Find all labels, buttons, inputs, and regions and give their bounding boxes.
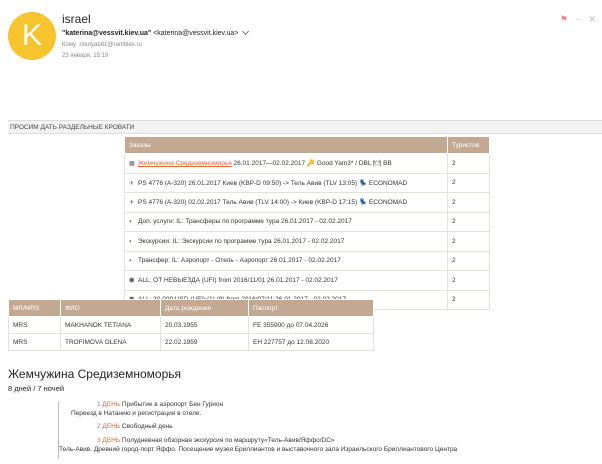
from-line[interactable]: "katerina@vessvit.kiev.ua" <katerina@ves…	[62, 27, 250, 37]
tourist-count: 2	[447, 153, 490, 174]
orders-header-row: Заказы Туристов	[124, 136, 490, 154]
passenger-passport: FE 355900 до 07.04.2026	[248, 316, 374, 334]
table-row: ◐ Экскурсии: IL: Экскурсии по программе т…	[124, 231, 490, 252]
passenger-name: TROFIMOVA OLENA	[60, 333, 161, 351]
table-row: ◐ Трансфер: IL: Аэропорт - Отель - Аэропо…	[124, 250, 490, 271]
order-description: ⬢ ALL: ОТ НЕВЫЕЗДА (UFI) from 2016/11/01 …	[124, 270, 448, 291]
day-detail: Переезд в Натанию и регистрация в отеле.	[71, 410, 202, 417]
passenger-birthdate: 22.02.1959	[160, 333, 249, 351]
minimize-icon[interactable]: ⎯	[576, 14, 581, 25]
orders-header: Заказы	[124, 136, 448, 154]
request-note: ПРОСИМ ДАТЬ РАЗДЕЛЬНЫЕ КРОВАТИ	[8, 120, 602, 134]
order-description: ◐ Экскурсии: IL: Экскурсии по программе т…	[124, 231, 448, 252]
itinerary-day-1: 1 ДЕНЬ Прибытие в аэропорт Бен Гурион	[65, 401, 602, 408]
message-actions: ⚑ ⎯ ✕	[560, 14, 596, 25]
passenger-title: MRS	[8, 316, 61, 334]
order-description: ◐ Доп. услуги: IL: Трансферы по программе…	[124, 211, 448, 232]
passenger-name: MAKHANOK TETIANA	[60, 316, 161, 334]
order-text: PS 4776 (A-320) 26.01.2017 Киев (KBP-D 0…	[138, 179, 408, 187]
avatar-letter: K	[21, 19, 42, 52]
tourist-count: 2	[447, 250, 490, 271]
tourist-count: 2	[447, 211, 490, 232]
tourists-header: Туристов	[447, 136, 490, 154]
order-text: 26.01.2017—02.02.2017 🔑 Good Yam3* / DBL…	[231, 160, 392, 168]
sender-avatar: K	[8, 12, 56, 60]
tour-link[interactable]: Жемчужина Средиземноморья	[138, 160, 232, 167]
title-header: MR/MRS	[8, 299, 61, 317]
passengers-table: MR/MRS ФИО Дата рождения Паспорт MRS MAK…	[8, 299, 374, 351]
order-description: ▦ Жемчужина Средиземноморья 26.01.2017—02…	[124, 153, 448, 174]
tourist-count: 2	[447, 270, 490, 291]
day-detail: Тель-Авив. Древний город-порт Яффо. Посе…	[59, 446, 458, 453]
passenger-birthdate: 20.03.1955	[160, 316, 249, 334]
table-row: ⬢ ALL: ОТ НЕВЫЕЗДА (UFI) from 2016/11/01 …	[124, 270, 490, 291]
tour-duration: 8 дней / 7 ночей	[8, 384, 65, 393]
shield-icon: ⬢	[129, 277, 135, 284]
order-text: Доп. услуги: IL: Трансферы по программе …	[138, 218, 352, 226]
chevron-down-icon[interactable]	[242, 27, 250, 36]
itinerary-day-2: 2 ДЕНЬ Свободный день	[65, 423, 602, 430]
passport-header: Паспорт	[248, 299, 374, 317]
table-row: ✈ PS 4776 (A-320) 02.02.2017 Тель Авив (T…	[124, 192, 490, 213]
day-title: Свободный день	[120, 423, 173, 430]
day-title: Прибытие в аэропорт Бен Гурион	[120, 401, 224, 408]
tourist-count: 2	[447, 231, 490, 252]
service-icon: ◐	[129, 238, 133, 245]
order-text: Экскурсии: IL: Экскурсии по программе ту…	[138, 237, 345, 245]
tourist-count: 2	[447, 172, 490, 193]
day-title: Полудневная обзорная экскурсия по маршру…	[120, 437, 335, 444]
day-number: 2 ДЕНЬ	[97, 423, 121, 430]
order-description: ✈ PS 4776 (A-320) 02.02.2017 Тель Авив (T…	[124, 192, 448, 213]
table-row: MRS MAKHANOK TETIANA 20.03.1955 FE 35590…	[8, 316, 374, 334]
passenger-title: MRS	[8, 333, 61, 351]
service-icon: ◐	[129, 258, 133, 265]
tourist-count: 2	[447, 289, 490, 310]
plane-icon: ✈	[129, 200, 135, 207]
table-row: MRS TROFIMOVA OLENA 22.02.1959 EH 227757…	[8, 333, 374, 351]
birthdate-header: Дата рождения	[160, 299, 249, 317]
plane-icon: ✈	[129, 180, 135, 187]
date-line: 23 января, 15:19	[62, 53, 109, 59]
table-row: ✈ PS 4776 (A-320) 26.01.2017 Киев (KBP-D …	[124, 172, 490, 193]
service-icon: ◐	[129, 219, 133, 226]
table-row: ◐ Доп. услуги: IL: Трансферы по программе…	[124, 211, 490, 232]
fullname-header: ФИО	[60, 299, 161, 317]
day-number: 3 ДЕНЬ	[97, 437, 121, 444]
orders-table: Заказы Туристов ▦ Жемчужина Средиземномор…	[124, 136, 490, 310]
hotel-icon: ▦	[129, 161, 135, 168]
itinerary-day-3: 3 ДЕНЬ Полудневная обзорная экскурсия по…	[65, 437, 602, 444]
tourist-count: 2	[447, 192, 490, 213]
itinerary: 1 ДЕНЬ Прибытие в аэропорт Бен Гурион Пе…	[58, 401, 602, 459]
passenger-passport: EH 227757 до 12.08.2020	[248, 333, 374, 351]
day-number: 1 ДЕНЬ	[97, 401, 121, 408]
table-row: ▦ Жемчужина Средиземноморья 26.01.2017—02…	[124, 153, 490, 174]
from-email: <katerina@vessvit.kiev.ua>	[153, 30, 239, 37]
order-text: Трансфер: IL: Аэропорт - Отель - Аэропор…	[138, 257, 341, 265]
order-text: PS 4776 (A-320) 02.02.2017 Тель Авив (TL…	[138, 199, 408, 207]
close-icon[interactable]: ✕	[588, 14, 596, 25]
from-name: "katerina@vessvit.kiev.ua"	[62, 30, 152, 37]
order-text: ALL: ОТ НЕВЫЕЗДА (UFI) from 2016/11/01 2…	[138, 276, 338, 284]
order-description: ◐ Трансфер: IL: Аэропорт - Отель - Аэропо…	[124, 250, 448, 271]
tour-title: Жемчужина Средиземноморья	[8, 367, 182, 381]
to-line: Кому: rinutyab81@ramblex.ru	[62, 42, 142, 48]
order-description: ✈ PS 4776 (A-320) 26.01.2017 Киев (KBP-D …	[124, 172, 448, 193]
sender-name: israel	[62, 12, 91, 26]
passengers-header-row: MR/MRS ФИО Дата рождения Паспорт	[8, 299, 374, 317]
flag-icon[interactable]: ⚑	[560, 14, 568, 25]
